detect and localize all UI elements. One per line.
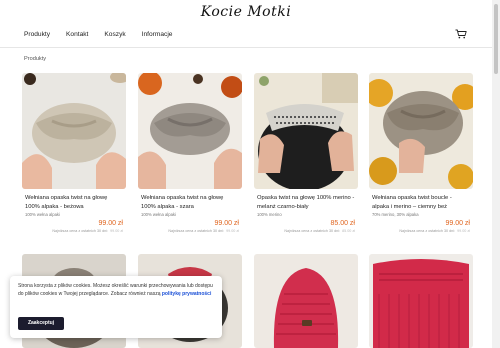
product-card[interactable] [254,254,358,348]
lowest-price-note: Najniższa cena z ostatnich 30 dni: 99.00 … [52,229,123,233]
site-header: Kocie Motki Produkty Kontakt Koszyk Info… [0,0,492,48]
header-divider [0,47,492,48]
cookie-text: Strona korzysta z plików cookies. Możesz… [18,283,213,297]
product-image[interactable] [254,73,358,189]
privacy-policy-link[interactable]: politykę prywatności [162,291,211,297]
product-title[interactable]: Wełniana opaska twist na głowę 100% alpa… [138,194,242,211]
product-price: 99.00 zł [98,220,123,227]
site-logo[interactable]: Kocie Motki [0,4,492,20]
product-subtitle: 100% wełna alpaki [25,212,60,217]
product-title[interactable]: Wełniana opaska twist na głowę 100% alpa… [22,194,126,211]
nav-item-koszyk[interactable]: Koszyk [104,31,125,38]
page-scrollbar[interactable] [492,0,500,348]
accept-cookies-button[interactable]: Zaakceptuj [18,317,64,330]
product-price: 99.00 zł [214,220,239,227]
scrollbar-thumb[interactable] [494,4,498,74]
product-image[interactable] [369,73,473,189]
lowest-price-note: Najniższa cena z ostatnich 30 dni: 99.00 … [399,229,470,233]
product-subtitle: 100% wełna alpaki [141,212,176,217]
product-image[interactable] [22,73,126,189]
main-nav: Produkty Kontakt Koszyk Informacje [24,31,172,38]
cart-icon[interactable] [455,29,467,39]
product-subtitle: 100% merino [257,212,282,217]
lowest-price-note: Najniższa cena z ostatnich 30 dni: 99.00 … [168,229,239,233]
product-price: 99.00 zł [445,220,470,227]
product-title[interactable]: Wełniana opaska twist boucle - alpaka i … [369,194,473,211]
product-subtitle: 70% merino, 30% alpaka [372,212,419,217]
nav-item-informacje[interactable]: Informacje [142,31,173,38]
lowest-price-note: Najniższa cena z ostatnich 30 dni: 85.00 … [284,229,355,233]
product-card[interactable]: Wełniana opaska twist na głowę 100% alpa… [22,73,126,233]
product-card[interactable]: Opaska twist na głowę 100% merino - mela… [254,73,358,233]
cookie-banner: Strona korzysta z plików cookies. Możesz… [10,276,222,338]
product-image[interactable] [138,73,242,189]
product-image[interactable] [369,254,473,348]
product-title[interactable]: Opaska twist na głowę 100% merino - mela… [254,194,358,211]
nav-item-produkty[interactable]: Produkty [24,31,50,38]
breadcrumb[interactable]: Produkty [24,56,46,62]
product-card[interactable] [369,254,473,348]
nav-item-kontakt[interactable]: Kontakt [66,31,88,38]
product-card[interactable]: Wełniana opaska twist boucle - alpaka i … [369,73,473,233]
product-card[interactable]: Wełniana opaska twist na głowę 100% alpa… [138,73,242,233]
product-image[interactable] [254,254,358,348]
product-price: 85.00 zł [330,220,355,227]
